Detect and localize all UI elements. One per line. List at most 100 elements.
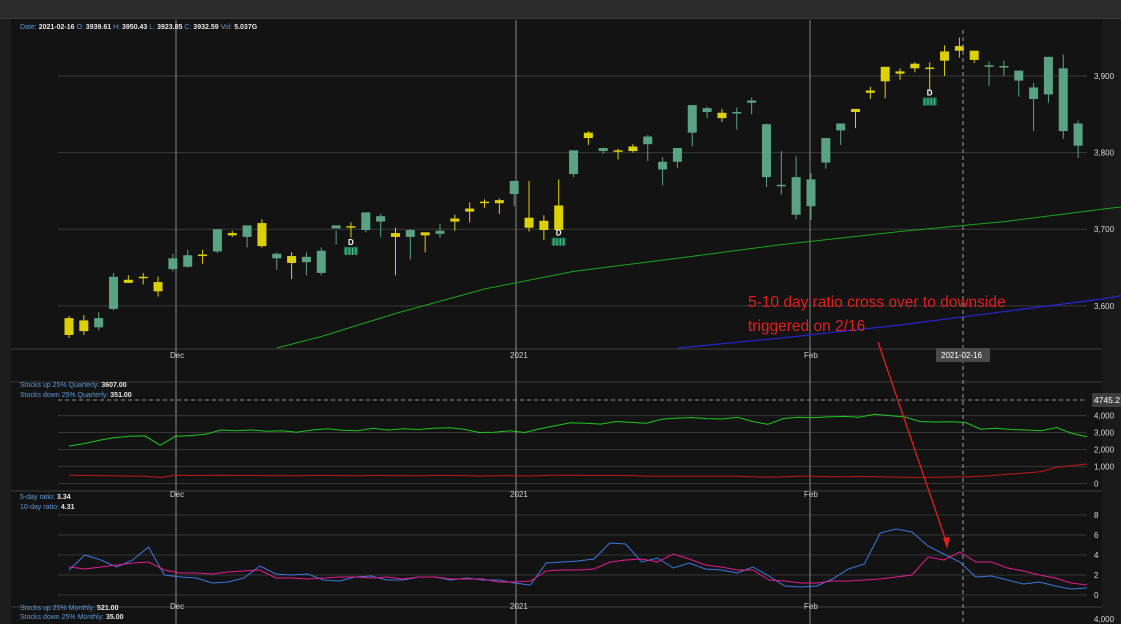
candle-body <box>212 229 222 252</box>
annotation-arrow <box>877 341 950 549</box>
quarterly-tick-label: 2,000 <box>1094 446 1115 455</box>
candle-body <box>346 226 356 228</box>
ratio-tick-label: 6 <box>1094 531 1099 540</box>
gridlines <box>11 75 1102 608</box>
candle-body <box>168 258 178 270</box>
high-label: H: <box>113 24 121 31</box>
candle-body <box>198 254 208 257</box>
candle <box>287 252 297 280</box>
candle-body <box>153 282 163 292</box>
annotation-line-1: 5-10 day ratio cross over to downside <box>748 294 1006 311</box>
candle <box>702 106 712 119</box>
candle <box>257 219 267 248</box>
axis-labels: 3,600 3,700 3,800 3,900 0 1,000 2,000 3,000 4,00… <box>170 72 1115 624</box>
candle <box>806 173 816 221</box>
month-separators <box>175 20 811 624</box>
candle-body <box>272 253 282 259</box>
candle <box>687 105 697 147</box>
candle <box>301 252 311 276</box>
candle-body <box>598 148 608 152</box>
volume-label: Vol: <box>220 24 233 31</box>
volume-value: 5.037G <box>234 24 258 31</box>
candle-body <box>361 212 371 230</box>
candle-body <box>732 111 742 114</box>
monthly-down-label: Stocks down 25% Monthly: <box>20 614 105 621</box>
candle <box>984 61 994 86</box>
x-tick-label: 2021 <box>510 490 528 499</box>
ratio-series-line <box>68 528 1088 590</box>
quarterly-tick-label: 3,000 <box>1094 429 1115 438</box>
candle <box>405 229 415 260</box>
quarterly-up-value: 3607.00 <box>101 382 127 389</box>
ratio10-value: 4.31 <box>60 504 75 511</box>
x-tick-label: Feb <box>804 351 818 360</box>
candle <box>138 272 148 285</box>
low-label: L: <box>149 24 156 31</box>
candle <box>776 151 786 195</box>
candle-body <box>420 232 430 236</box>
quarterly-tick-label: 4,000 <box>1094 412 1115 421</box>
candle-body <box>761 124 771 178</box>
ratio5-label: 5-day ratio: <box>20 494 56 501</box>
candle-body <box>539 220 549 230</box>
candle-body <box>331 225 341 229</box>
candle-body <box>776 184 786 187</box>
x-tick-label: Feb <box>804 490 818 499</box>
candle <box>583 131 593 145</box>
monthly-up-label: Stocks up 25% Monthly: <box>20 605 96 612</box>
candle-body <box>435 230 445 234</box>
ohlc-header: Date: 2021-02-16 O: 3939.61 H: 3950.43 L… <box>20 23 257 32</box>
candle-body <box>79 320 89 332</box>
candle-body <box>64 318 74 335</box>
candle-body <box>480 201 490 204</box>
quarterly-up-label: Stocks up 25% Quarterly: <box>20 382 100 389</box>
candle <box>242 225 252 248</box>
candle <box>465 202 475 223</box>
marker-label: D <box>556 229 562 238</box>
candle <box>64 315 74 339</box>
candle <box>925 62 935 92</box>
candle <box>880 66 890 99</box>
candle <box>851 108 861 129</box>
candle-body <box>287 256 297 263</box>
candle <box>747 97 757 115</box>
candle <box>153 276 163 297</box>
candle-body <box>494 200 504 204</box>
candle-body <box>747 100 757 103</box>
candle <box>1029 82 1039 132</box>
candle-body <box>183 255 193 267</box>
candle <box>183 249 193 268</box>
monthly-up-value: 521.00 <box>97 605 119 612</box>
quarterly-tick-label: 0 <box>1094 479 1099 488</box>
candle <box>643 134 653 162</box>
candle-body <box>836 123 846 131</box>
quarterly-down-label: Stocks down 25% Quarterly: <box>20 392 109 399</box>
open-value: 3939.61 <box>85 24 112 31</box>
candle-body <box>895 71 905 74</box>
candle <box>672 148 682 168</box>
candle-body <box>999 66 1009 68</box>
candle <box>1058 54 1068 139</box>
candle <box>316 247 326 276</box>
candle-body <box>880 66 890 82</box>
crosshair-value-label: 4745.2 <box>1094 395 1120 405</box>
candle-body <box>1073 123 1083 146</box>
candle-body <box>138 276 148 279</box>
candle-body <box>509 180 519 194</box>
candle <box>613 148 623 160</box>
open-label: O: <box>76 24 84 31</box>
price-tick-label: 3,900 <box>1094 72 1115 81</box>
ratio10-legend: 10-day ratio: 4.31 <box>20 503 75 512</box>
candle-body <box>643 136 653 145</box>
candle-body <box>109 276 119 309</box>
candle <box>969 50 979 63</box>
price-tick-label: 3,600 <box>1094 302 1115 311</box>
monthly-up-legend: Stocks up 25% Monthly: 521.00 <box>20 604 118 613</box>
candle-body <box>851 108 861 112</box>
candle <box>376 213 386 237</box>
ratio5-legend: 5-day ratio: 3.34 <box>20 493 71 502</box>
candle <box>865 86 875 99</box>
candle <box>940 45 950 76</box>
candle-body <box>821 138 831 163</box>
quarterly-series-line <box>68 463 1088 479</box>
